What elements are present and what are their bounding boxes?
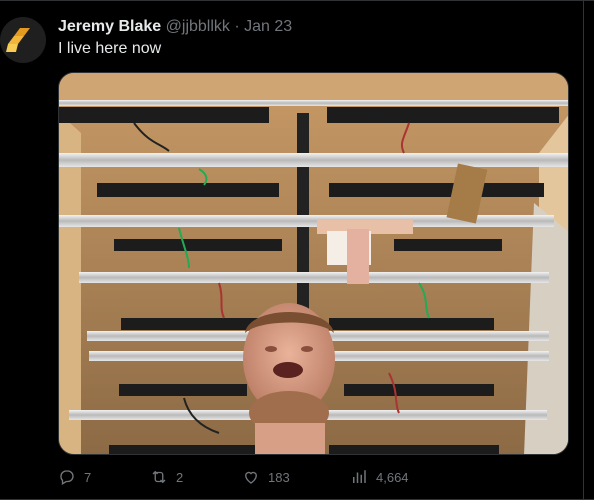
action-bar: 7 2 183 4,664 <box>58 468 578 490</box>
reply-icon <box>60 470 74 485</box>
like-icon <box>245 471 257 484</box>
views-button[interactable]: 4,664 <box>350 468 409 486</box>
photo-illustration <box>59 73 568 454</box>
like-count: 183 <box>268 469 290 485</box>
reply-button[interactable]: 7 <box>58 468 91 486</box>
reply-count: 7 <box>84 469 92 485</box>
author-handle[interactable]: @jjbbllkk <box>166 18 230 35</box>
author-name[interactable]: Jeremy Blake <box>58 18 161 35</box>
repost-icon <box>152 470 166 484</box>
right-divider <box>583 0 584 500</box>
repost-button[interactable]: 2 <box>150 468 183 486</box>
views-count: 4,664 <box>376 469 409 485</box>
top-divider <box>0 0 594 1</box>
tweet-card[interactable]: Jeremy Blake @jjbbllkk · Jan 23 I live h… <box>0 0 594 500</box>
repost-count: 2 <box>176 469 184 485</box>
header-separator: · <box>234 18 240 35</box>
views-icon <box>353 470 366 483</box>
logo-icon <box>6 28 30 52</box>
avatar[interactable] <box>0 17 46 63</box>
tweet-date[interactable]: Jan 23 <box>244 18 292 35</box>
tweet-text: I live here now <box>58 40 162 57</box>
tweet-photo[interactable] <box>58 72 569 455</box>
like-button[interactable]: 183 <box>242 468 290 486</box>
tweet-header: Jeremy Blake @jjbbllkk · Jan 23 <box>58 18 292 36</box>
